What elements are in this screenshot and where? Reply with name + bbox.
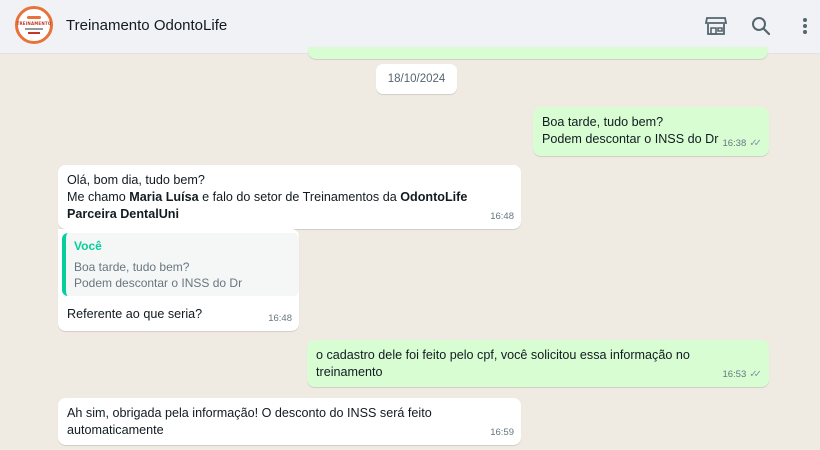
quote-author: Você bbox=[74, 239, 102, 253]
store-icon[interactable] bbox=[704, 14, 728, 38]
quoted-message[interactable]: Você Boa tarde, tudo bem? Podem desconta… bbox=[62, 233, 299, 296]
message-text: Boa tarde, tudo bem? bbox=[542, 115, 664, 129]
message-time: 16:48 bbox=[268, 313, 292, 324]
message-bubble-outgoing[interactable]: Boa tarde, tudo bem? Podem descontar o I… bbox=[533, 107, 769, 156]
quote-text: Boa tarde, tudo bem? bbox=[74, 260, 190, 274]
message-text: Me chamo Maria Luísa e falo do setor de … bbox=[67, 190, 468, 204]
message-text: Ah sim, obrigada pela informação! O desc… bbox=[67, 406, 432, 420]
date-divider: 18/10/2024 bbox=[376, 64, 457, 94]
quote-text: Podem descontar o INSS do Dr bbox=[74, 276, 243, 290]
message-text: treinamento bbox=[316, 365, 383, 379]
chat-header: TREINAMENTO Treinamento OdontoLife bbox=[0, 0, 820, 54]
avatar[interactable]: TREINAMENTO bbox=[15, 6, 53, 44]
message-bubble-outgoing bbox=[308, 47, 768, 59]
message-text: Referente ao que seria? bbox=[67, 307, 203, 321]
message-text: Olá, bom dia, tudo bem? bbox=[67, 173, 205, 187]
message-bubble-incoming[interactable]: Olá, bom dia, tudo bem? Me chamo Maria L… bbox=[58, 165, 521, 229]
message-text: automaticamente bbox=[67, 423, 164, 437]
message-time: 16:53 ✓✓ bbox=[722, 366, 762, 383]
search-icon[interactable] bbox=[749, 14, 773, 38]
message-bubble-incoming[interactable]: Ah sim, obrigada pela informação! O desc… bbox=[58, 398, 521, 445]
message-time: 16:48 bbox=[490, 211, 514, 222]
double-check-icon: ✓✓ bbox=[749, 138, 762, 149]
message-time: 16:59 bbox=[490, 427, 514, 438]
menu-icon[interactable] bbox=[793, 14, 817, 38]
double-check-icon: ✓✓ bbox=[749, 369, 762, 380]
message-bubble-outgoing[interactable]: o cadastro dele foi feito pelo cpf, você… bbox=[307, 340, 769, 387]
message-bubble-incoming[interactable]: Você Boa tarde, tudo bem? Podem desconta… bbox=[58, 229, 299, 331]
message-text: o cadastro dele foi feito pelo cpf, você… bbox=[316, 348, 690, 362]
chat-title[interactable]: Treinamento OdontoLife bbox=[66, 17, 227, 34]
message-time: 16:38 ✓✓ bbox=[722, 135, 762, 152]
message-text: Parceira DentalUni bbox=[67, 207, 179, 221]
